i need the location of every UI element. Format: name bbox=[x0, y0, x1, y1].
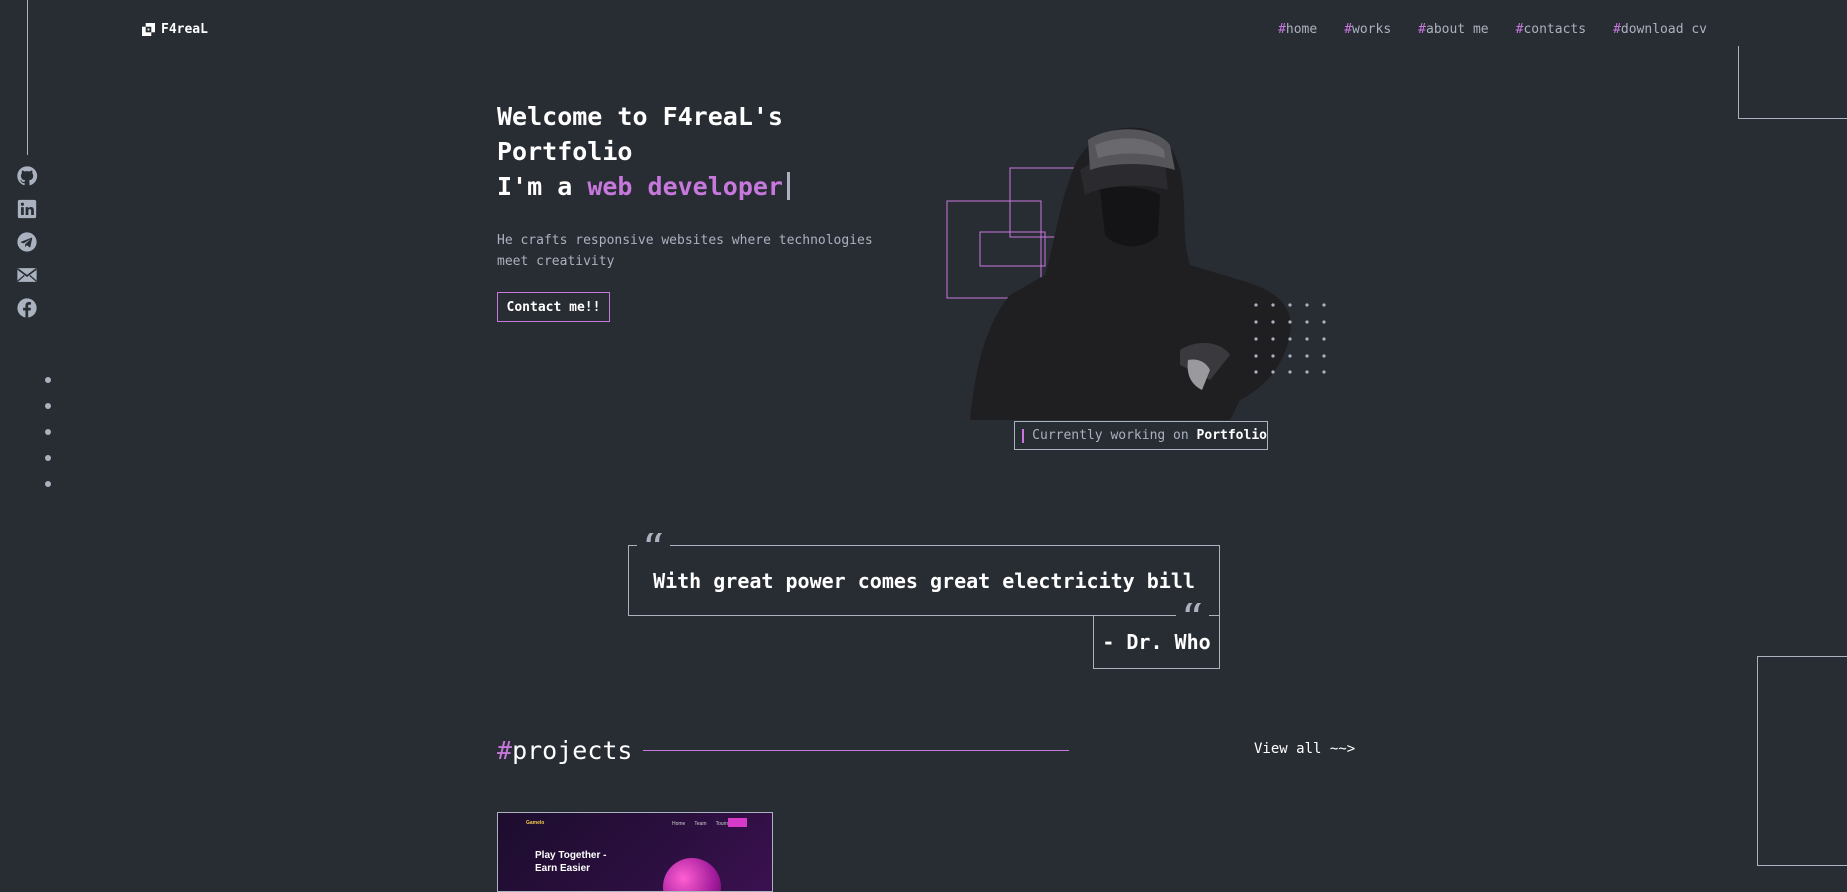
dot-grid-decoration bbox=[1254, 303, 1326, 374]
status-text: Currently working on Portfolio bbox=[1032, 428, 1267, 443]
quote-author: - Dr. Who bbox=[1102, 629, 1211, 654]
section-dot[interactable] bbox=[45, 429, 51, 435]
projects-title: projects bbox=[512, 736, 633, 765]
hero-title-line2: Portfolio bbox=[497, 137, 633, 166]
hero-title: Welcome to F4reaL's Portfolio I'm a web … bbox=[497, 99, 937, 204]
logo-icon bbox=[142, 23, 155, 36]
project-card[interactable]: Gamelo Home Team Tournaments Play Togeth… bbox=[497, 812, 773, 892]
nav-download-cv[interactable]: #download cv bbox=[1613, 22, 1707, 37]
project-card-headline-line2: Earn Easier bbox=[535, 863, 591, 874]
nav-home[interactable]: #home bbox=[1278, 22, 1317, 37]
hero-role: web developer bbox=[587, 172, 783, 201]
nav-contacts[interactable]: #contacts bbox=[1516, 22, 1586, 37]
nav-label: contacts bbox=[1523, 22, 1587, 37]
nav-label: works bbox=[1352, 22, 1392, 37]
status-prefix: Currently working on bbox=[1032, 428, 1197, 443]
contact-me-button[interactable]: Contact me!! bbox=[497, 292, 610, 322]
nav-works[interactable]: #works bbox=[1344, 22, 1391, 37]
linkedin-icon[interactable] bbox=[16, 198, 38, 220]
nav-about-me[interactable]: #about me bbox=[1418, 22, 1488, 37]
github-icon[interactable] bbox=[16, 165, 38, 187]
site-logo[interactable]: F4reaL bbox=[142, 22, 208, 37]
facebook-icon[interactable] bbox=[16, 297, 38, 319]
project-card-planet-image bbox=[663, 858, 721, 891]
projects-heading: #projects bbox=[497, 736, 632, 765]
quote-box: With great power comes great electricity… bbox=[628, 545, 1220, 616]
nav-label: download cv bbox=[1620, 22, 1707, 37]
nav-label: home bbox=[1285, 22, 1318, 37]
logo-text: F4reaL bbox=[161, 22, 208, 37]
nav-hash: # bbox=[1344, 22, 1353, 37]
social-links bbox=[16, 165, 38, 319]
nav-hash: # bbox=[1278, 22, 1286, 37]
project-card-headline: Play Together - Earn Easier bbox=[535, 849, 625, 875]
quote-text: With great power comes great electricity… bbox=[653, 568, 1195, 593]
project-card-headline-line1: Play Together - bbox=[535, 850, 607, 861]
section-dots-nav bbox=[45, 377, 51, 487]
view-all-link[interactable]: View all ~~> bbox=[1254, 741, 1355, 757]
quote-author-box: - Dr. Who bbox=[1093, 615, 1220, 669]
nav-hash: # bbox=[1418, 22, 1426, 37]
email-icon[interactable] bbox=[16, 264, 38, 286]
hero-title-line1: Welcome to F4reaL's bbox=[497, 102, 783, 131]
status-square-icon bbox=[1022, 428, 1025, 443]
section-dot[interactable] bbox=[45, 481, 51, 487]
corner-decoration-bottom bbox=[1757, 656, 1847, 866]
project-card-nav-item: Team bbox=[694, 821, 707, 827]
corner-decoration-top bbox=[1738, 46, 1847, 119]
project-card-logo: Gamelo bbox=[526, 820, 545, 826]
hero-description: He crafts responsive websites where tech… bbox=[497, 233, 873, 269]
projects-hash: # bbox=[497, 736, 513, 765]
telegram-icon[interactable] bbox=[16, 231, 38, 253]
section-dot[interactable] bbox=[45, 403, 51, 409]
section-dot[interactable] bbox=[45, 455, 51, 461]
nav-hash: # bbox=[1613, 22, 1621, 37]
social-rail-line bbox=[27, 0, 28, 155]
hero-title-prefix: I'm a bbox=[497, 172, 588, 201]
project-card-button bbox=[728, 818, 747, 827]
section-dot[interactable] bbox=[45, 377, 51, 383]
projects-divider bbox=[643, 750, 1069, 751]
current-work-status: Currently working on Portfolio bbox=[1014, 421, 1268, 450]
nav-label: about me bbox=[1426, 22, 1489, 37]
open-quote-icon: “ bbox=[637, 533, 670, 555]
top-nav: #home #works #about me #contacts #downlo… bbox=[1278, 22, 1707, 37]
status-project: Portfolio bbox=[1196, 428, 1267, 443]
project-card-nav-item: Home bbox=[672, 821, 686, 827]
hero-title-line3: I'm a web developer bbox=[497, 169, 937, 204]
typing-cursor bbox=[786, 172, 790, 200]
